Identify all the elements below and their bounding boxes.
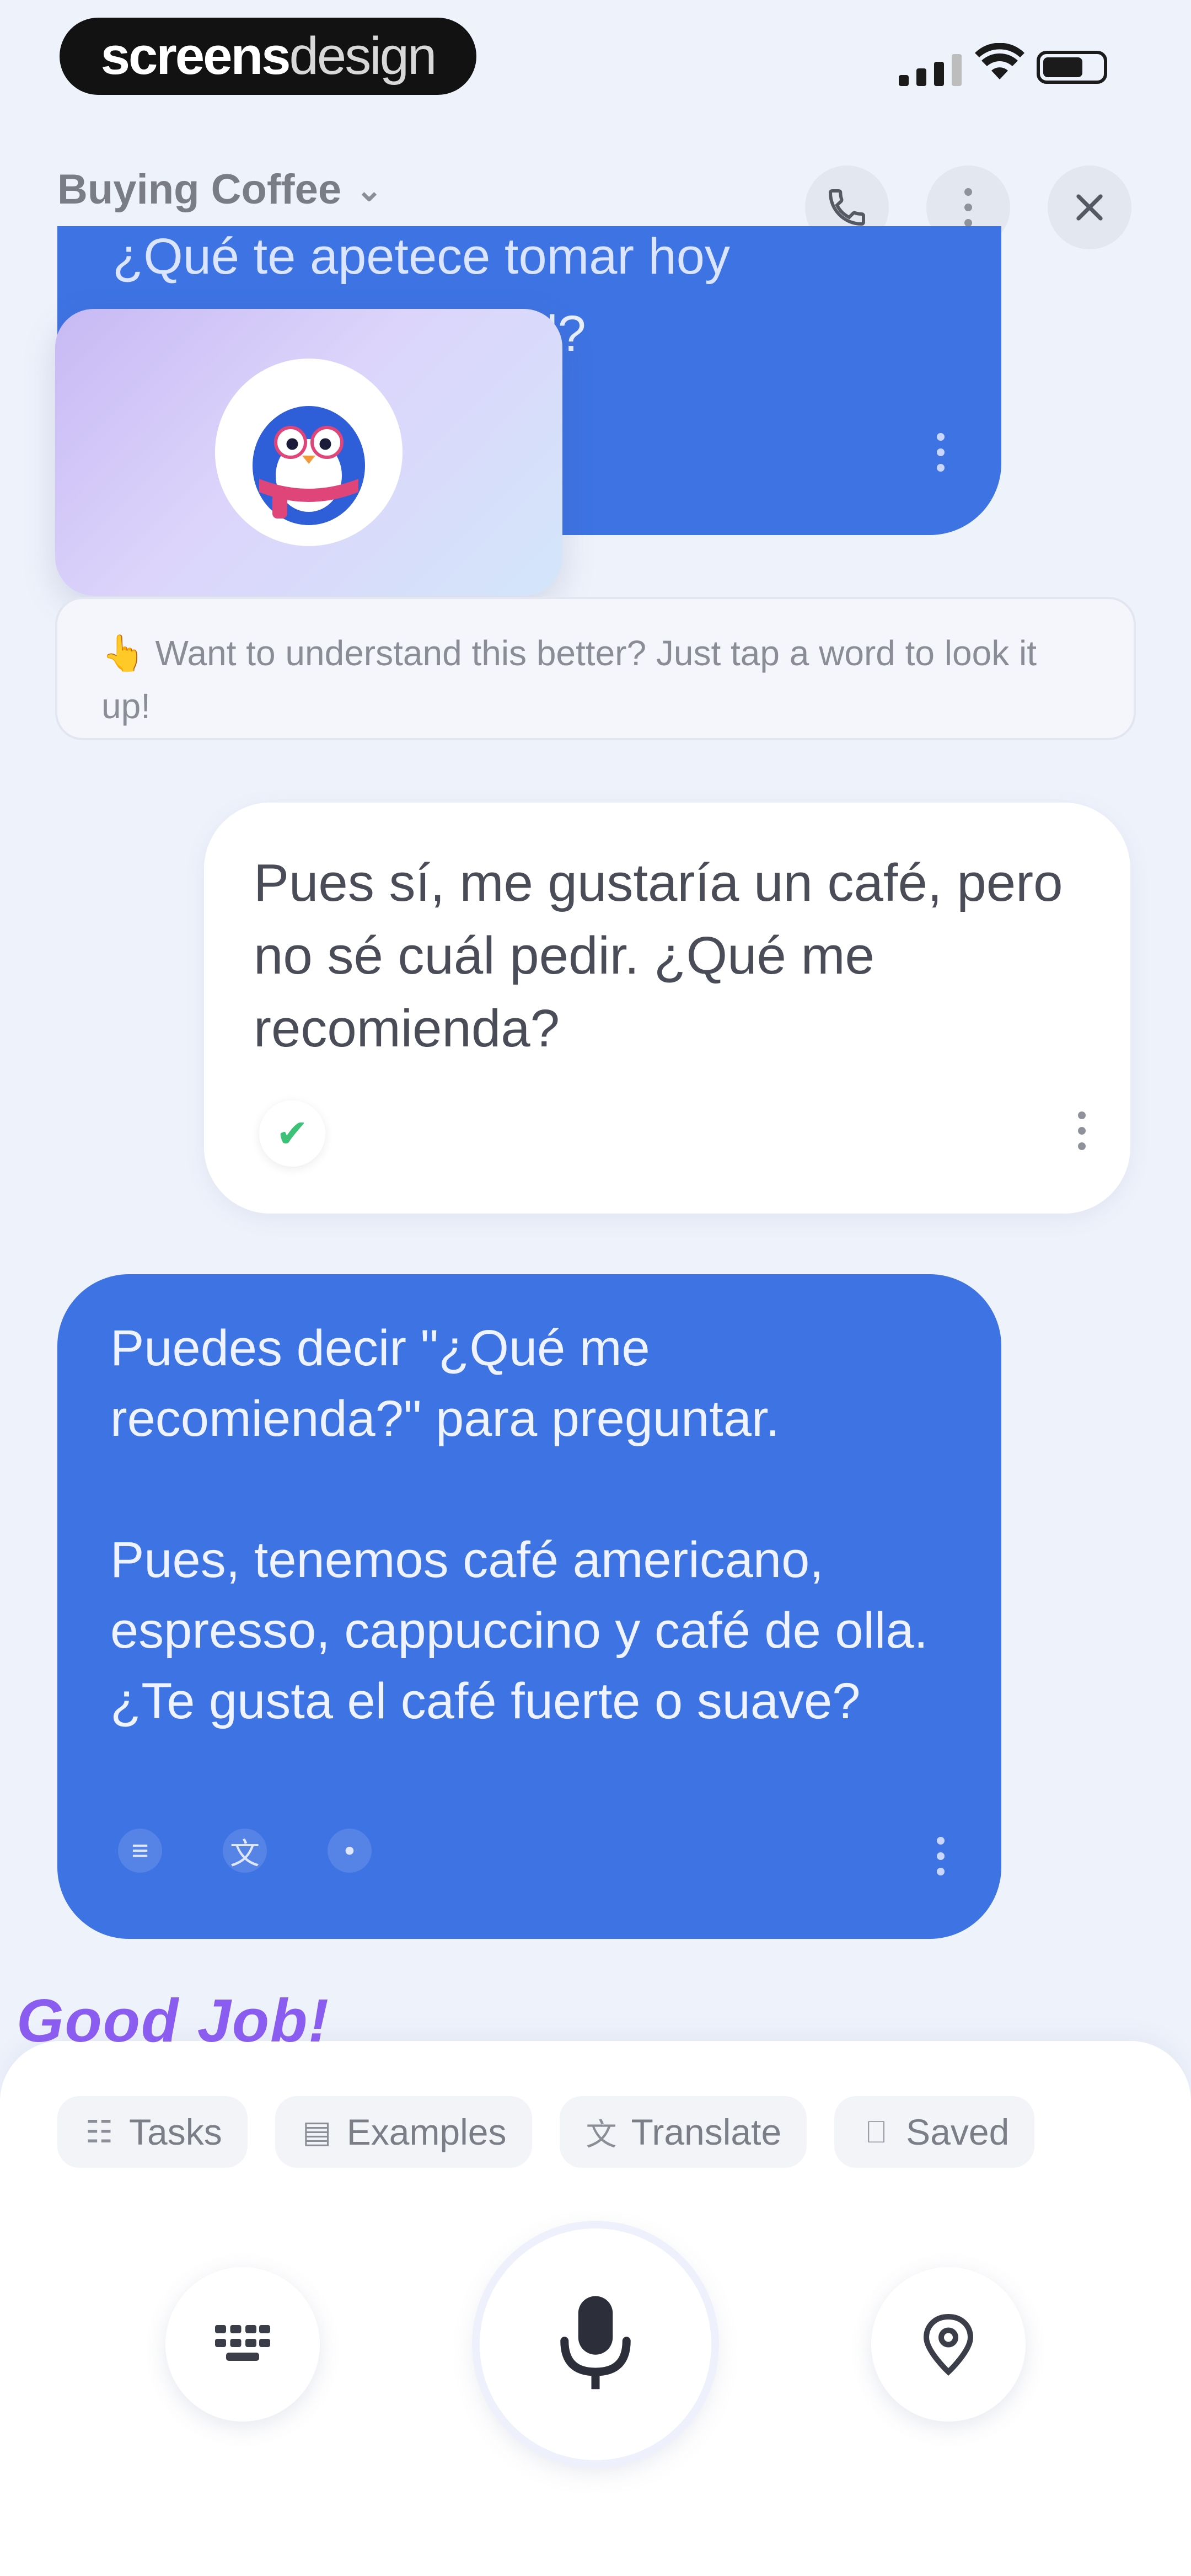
translate-icon: 文 bbox=[586, 2117, 617, 2152]
scenario-selector[interactable]: Buying Coffee ⌄ bbox=[57, 165, 383, 213]
brand-part2: design bbox=[289, 26, 437, 85]
penguin-icon bbox=[253, 406, 365, 525]
microphone-button[interactable] bbox=[480, 2228, 711, 2460]
bot-message-actions: ≡ 文 • bbox=[118, 1829, 372, 1873]
more-vertical-icon bbox=[956, 188, 980, 227]
close-icon bbox=[1076, 194, 1103, 221]
toolbar-chips: ☷ Tasks ▤ Examples 文 Translate ⎕ Saved bbox=[57, 2096, 1035, 2168]
saved-label: Saved bbox=[906, 2112, 1010, 2152]
brand-part1: screens bbox=[100, 26, 291, 85]
tasks-icon: ☷ bbox=[85, 2114, 114, 2149]
user-message-bubble[interactable]: Pues sí, me gustaría un café, pero no sé… bbox=[204, 803, 1130, 1214]
bot-message-partial-line: ¿Qué te apetece tomar hoy bbox=[112, 228, 730, 285]
phone-icon bbox=[828, 189, 865, 226]
wifi-icon bbox=[975, 43, 1024, 79]
keyboard-button[interactable] bbox=[165, 2267, 320, 2422]
bookmark-icon: ⎕ bbox=[867, 2114, 886, 2149]
examples-icon: ▤ bbox=[302, 2114, 332, 2149]
penguin-mascot-avatar bbox=[215, 359, 403, 546]
scenario-title: Buying Coffee bbox=[57, 166, 342, 213]
more-vertical-icon[interactable] bbox=[929, 433, 953, 472]
signal-icon bbox=[899, 53, 962, 86]
pointing-hand-icon: 👆 bbox=[101, 633, 146, 673]
keyboard-icon bbox=[215, 2325, 270, 2361]
hint-icon bbox=[923, 2313, 974, 2376]
examples-button[interactable]: ▤ Examples bbox=[275, 2096, 532, 2168]
tasks-button[interactable]: ☷ Tasks bbox=[57, 2096, 248, 2168]
bot-message-paragraph-1[interactable]: Puedes decir "¿Qué me recomienda?" para … bbox=[110, 1313, 959, 1454]
translate-button[interactable]: 文 Translate bbox=[559, 2096, 807, 2168]
more-vertical-icon[interactable] bbox=[1070, 1111, 1094, 1150]
tasks-label: Tasks bbox=[129, 2112, 222, 2152]
close-button[interactable] bbox=[1048, 165, 1131, 249]
translate-icon[interactable]: 文 bbox=[223, 1829, 267, 1873]
word-lookup-tip: 👆 Want to understand this better? Just t… bbox=[55, 597, 1136, 740]
tutor-avatar-card[interactable] bbox=[55, 309, 562, 596]
chevron-down-icon: ⌄ bbox=[356, 172, 383, 208]
user-message-text[interactable]: Pues sí, me gustaría un café, pero no sé… bbox=[254, 847, 1081, 1065]
microphone-icon bbox=[560, 2296, 631, 2390]
battery-icon bbox=[1037, 51, 1107, 84]
check-icon: ✔ bbox=[259, 1100, 325, 1167]
screensdesign-watermark: screens design bbox=[60, 18, 476, 95]
good-job-feedback: Good Job! bbox=[17, 1987, 330, 2055]
hint-button[interactable] bbox=[871, 2267, 1026, 2422]
tip-text: Want to understand this better? Just tap… bbox=[101, 633, 1037, 726]
text-icon[interactable]: ≡ bbox=[118, 1829, 162, 1873]
play-audio-icon[interactable]: • bbox=[328, 1829, 372, 1873]
bot-message-paragraph-2[interactable]: Pues, tenemos café americano, espresso, … bbox=[110, 1525, 959, 1736]
bot-message-text[interactable]: Puedes decir "¿Qué me recomienda?" para … bbox=[110, 1313, 959, 1736]
more-vertical-icon[interactable] bbox=[929, 1837, 953, 1875]
bot-message-bubble[interactable]: Puedes decir "¿Qué me recomienda?" para … bbox=[57, 1274, 1001, 1939]
examples-label: Examples bbox=[346, 2112, 507, 2152]
translate-label: Translate bbox=[631, 2112, 782, 2152]
saved-button[interactable]: ⎕ Saved bbox=[834, 2096, 1035, 2168]
